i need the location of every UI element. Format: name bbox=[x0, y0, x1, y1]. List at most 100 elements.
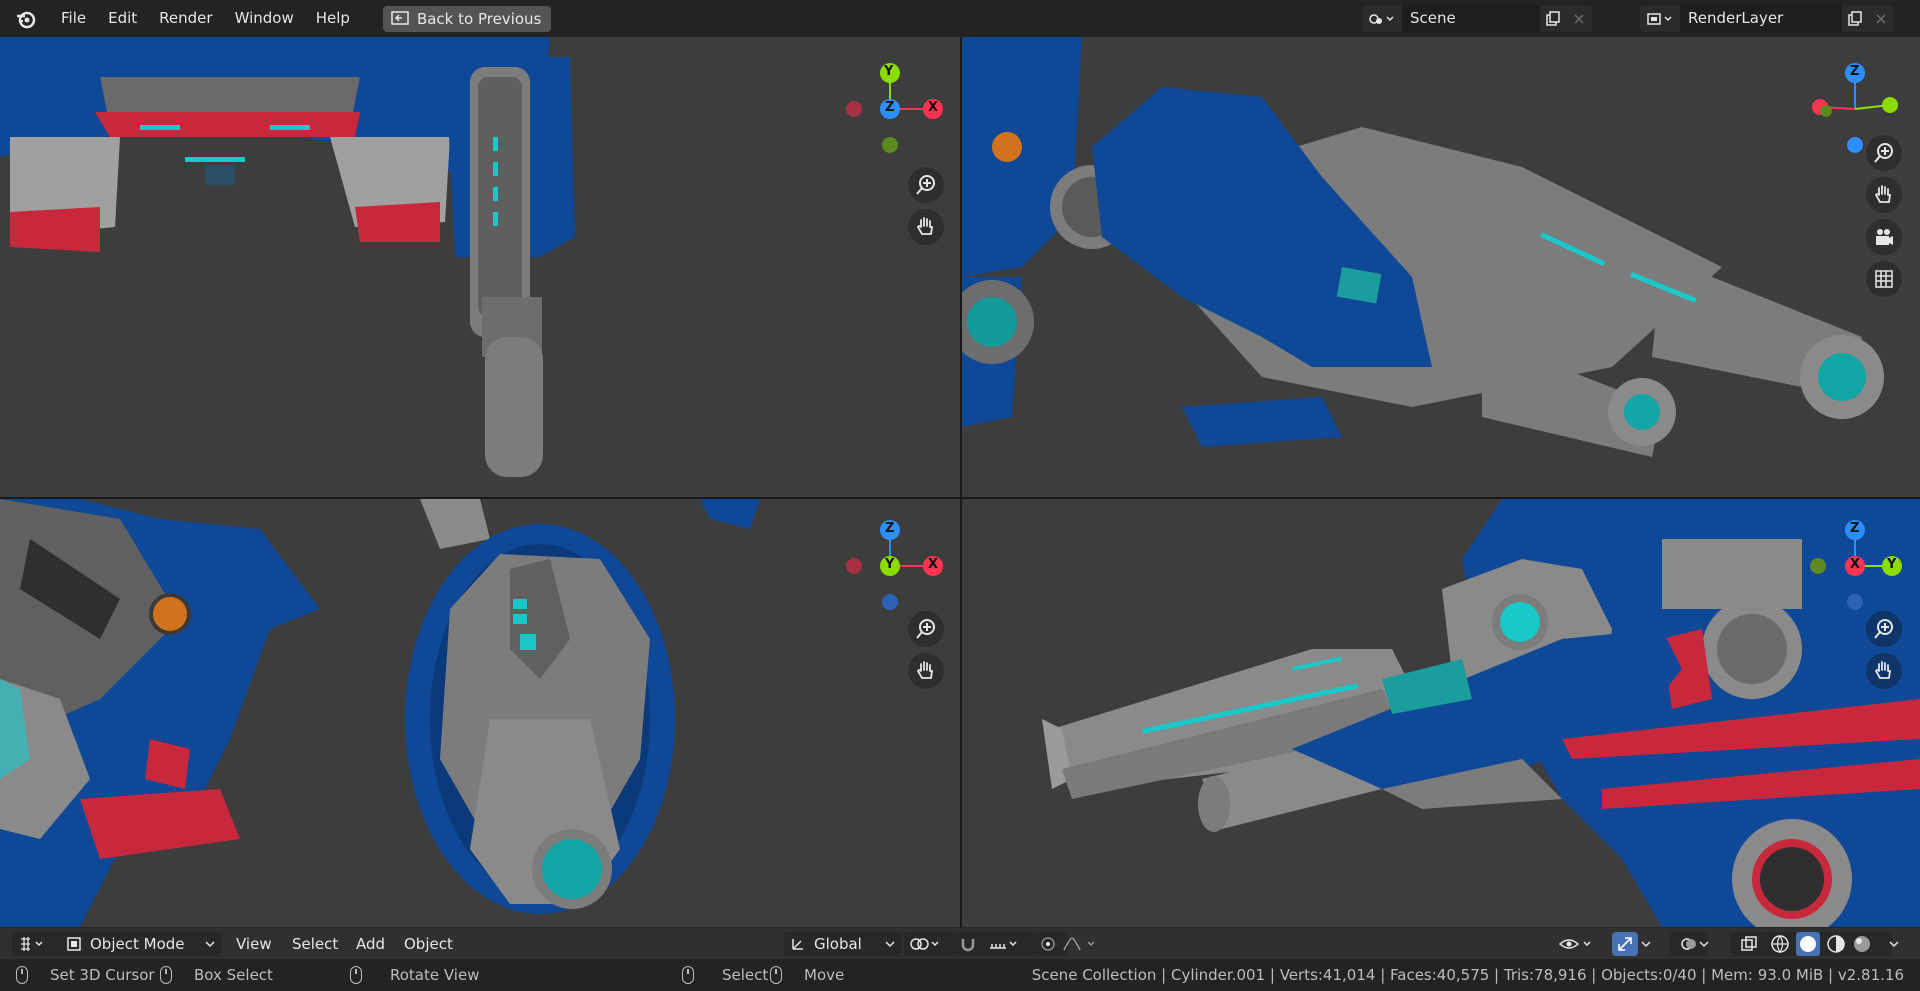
navigation-gizmo[interactable]: Z Y X bbox=[835, 509, 945, 619]
viewport-render bbox=[1042, 499, 1920, 927]
solid-shading-button[interactable] bbox=[1796, 932, 1820, 956]
close-icon bbox=[1574, 13, 1584, 24]
status-hint-rotate: Rotate View bbox=[350, 959, 479, 991]
viewport-render bbox=[0, 499, 760, 927]
navigation-gizmo[interactable]: Z X Y bbox=[1800, 509, 1910, 619]
scene-name-field[interactable]: Scene bbox=[1402, 5, 1540, 32]
pan-button[interactable] bbox=[1866, 653, 1902, 689]
magnet-icon bbox=[961, 939, 975, 952]
scene-browse-button[interactable] bbox=[1362, 5, 1402, 32]
viewport-top-right[interactable]: Z bbox=[962, 37, 1920, 497]
render-layer-name-field[interactable]: RenderLayer bbox=[1680, 5, 1842, 32]
hand-icon bbox=[916, 661, 934, 679]
menu-edit[interactable]: Edit bbox=[97, 0, 148, 37]
gizmo-z-axis-label: Z bbox=[1850, 64, 1860, 79]
object-visibility-dropdown[interactable] bbox=[1558, 932, 1602, 956]
zoom-icon bbox=[916, 619, 935, 639]
gizmo-options-dropdown[interactable] bbox=[1640, 932, 1660, 956]
viewport-top-left[interactable]: Y Z X bbox=[0, 37, 960, 497]
status-hint-move: Move bbox=[770, 959, 844, 991]
zoom-button[interactable] bbox=[908, 167, 944, 203]
3d-axes-icon bbox=[21, 937, 43, 951]
viewport-render bbox=[962, 37, 1884, 457]
back-to-previous-button[interactable]: Back to Previous bbox=[382, 5, 552, 32]
back-to-previous-label: Back to Previous bbox=[416, 9, 542, 28]
show-gizmo-toggle[interactable] bbox=[1612, 932, 1638, 956]
render-layer-selector: RenderLayer bbox=[1640, 5, 1894, 32]
blender-logo-icon[interactable] bbox=[14, 7, 38, 31]
zoom-icon bbox=[1874, 143, 1893, 163]
menu-file[interactable]: File bbox=[50, 0, 97, 37]
link-icon bbox=[910, 938, 939, 950]
middle-mouse-icon bbox=[350, 966, 362, 984]
object-mode-dropdown[interactable]: Object Mode bbox=[60, 932, 222, 956]
pivot-point-dropdown[interactable] bbox=[904, 932, 954, 956]
view-menu[interactable]: View bbox=[236, 932, 272, 956]
snap-target-dropdown[interactable] bbox=[982, 932, 1034, 956]
viewport-bottom-left[interactable]: Z Y X bbox=[0, 499, 960, 927]
object-menu[interactable]: Object bbox=[404, 932, 453, 956]
status-hint-set-cursor: Set 3D Cursor bbox=[16, 959, 155, 991]
scene-statistics: Scene Collection | Cylinder.001 | Verts:… bbox=[1031, 966, 1904, 984]
pan-button[interactable] bbox=[1866, 177, 1902, 213]
close-icon bbox=[1876, 13, 1886, 24]
status-move-label: Move bbox=[804, 966, 845, 984]
pan-button[interactable] bbox=[908, 653, 944, 689]
right-mouse-icon bbox=[770, 966, 782, 984]
status-rotate-label: Rotate View bbox=[390, 966, 480, 984]
delete-render-layer-button[interactable] bbox=[1868, 5, 1894, 32]
zoom-button[interactable] bbox=[1866, 135, 1902, 171]
camera-view-button[interactable] bbox=[1866, 219, 1902, 255]
snap-increment-icon bbox=[990, 941, 1017, 949]
overlays-icon bbox=[1681, 938, 1696, 950]
viewport-divider-horizontal[interactable] bbox=[0, 497, 1920, 499]
shading-options-dropdown[interactable] bbox=[1888, 932, 1908, 956]
editor-type-dropdown[interactable] bbox=[12, 932, 64, 956]
zoom-button[interactable] bbox=[908, 611, 944, 647]
new-render-layer-button[interactable] bbox=[1842, 5, 1868, 32]
menu-help[interactable]: Help bbox=[305, 0, 361, 37]
object-mode-label: Object Mode bbox=[90, 935, 185, 953]
chevron-down-icon bbox=[885, 941, 895, 948]
viewport-divider-vertical[interactable] bbox=[960, 37, 962, 927]
gizmo-icon bbox=[1618, 937, 1632, 951]
solid-shading-icon bbox=[1800, 936, 1816, 952]
menu-render[interactable]: Render bbox=[148, 0, 223, 37]
chevron-down-icon bbox=[1889, 941, 1899, 948]
scene-selector: Scene bbox=[1362, 5, 1592, 32]
pan-button[interactable] bbox=[908, 209, 944, 245]
orthographic-toggle-button[interactable] bbox=[1866, 261, 1902, 297]
navigation-gizmo[interactable]: Y Z X bbox=[835, 47, 945, 157]
material-preview-icon[interactable] bbox=[1826, 934, 1846, 954]
xray-icon bbox=[1741, 936, 1757, 951]
rendered-shading-icon[interactable] bbox=[1852, 934, 1872, 954]
camera-icon bbox=[1876, 229, 1893, 245]
select-menu[interactable]: Select bbox=[292, 932, 338, 956]
new-scene-button[interactable] bbox=[1540, 5, 1566, 32]
transform-orientation-dropdown[interactable]: Global bbox=[784, 932, 902, 956]
falloff-dropdown[interactable] bbox=[1062, 932, 1106, 956]
gizmo-y-axis-label: Y bbox=[885, 557, 895, 572]
xray-toggle[interactable] bbox=[1730, 932, 1768, 956]
hand-icon bbox=[1874, 185, 1892, 203]
gizmo-z-axis-label: Z bbox=[885, 100, 895, 115]
middle-mouse-icon bbox=[160, 966, 172, 984]
status-hint-box-select: Box Select bbox=[160, 959, 273, 991]
overlays-options-dropdown[interactable] bbox=[1698, 932, 1718, 956]
hand-icon bbox=[916, 217, 934, 235]
eye-icon bbox=[1558, 939, 1591, 949]
shading-mode-group bbox=[1766, 932, 1892, 956]
render-layer-browse-button[interactable] bbox=[1640, 5, 1680, 32]
orientation-global-icon bbox=[792, 939, 803, 950]
menu-window[interactable]: Window bbox=[224, 0, 305, 37]
chevron-down-icon bbox=[1641, 941, 1651, 948]
delete-scene-button[interactable] bbox=[1566, 5, 1592, 32]
viewport-bottom-right[interactable]: Z X Y bbox=[962, 499, 1920, 927]
gizmo-z-axis-label: Z bbox=[885, 521, 895, 536]
wireframe-shading-icon[interactable] bbox=[1770, 934, 1790, 954]
add-menu[interactable]: Add bbox=[356, 932, 385, 956]
zoom-button[interactable] bbox=[1866, 611, 1902, 647]
chevron-down-icon bbox=[205, 941, 215, 948]
render-layer-icon bbox=[1647, 12, 1672, 25]
status-hint-select: Select bbox=[682, 959, 768, 991]
